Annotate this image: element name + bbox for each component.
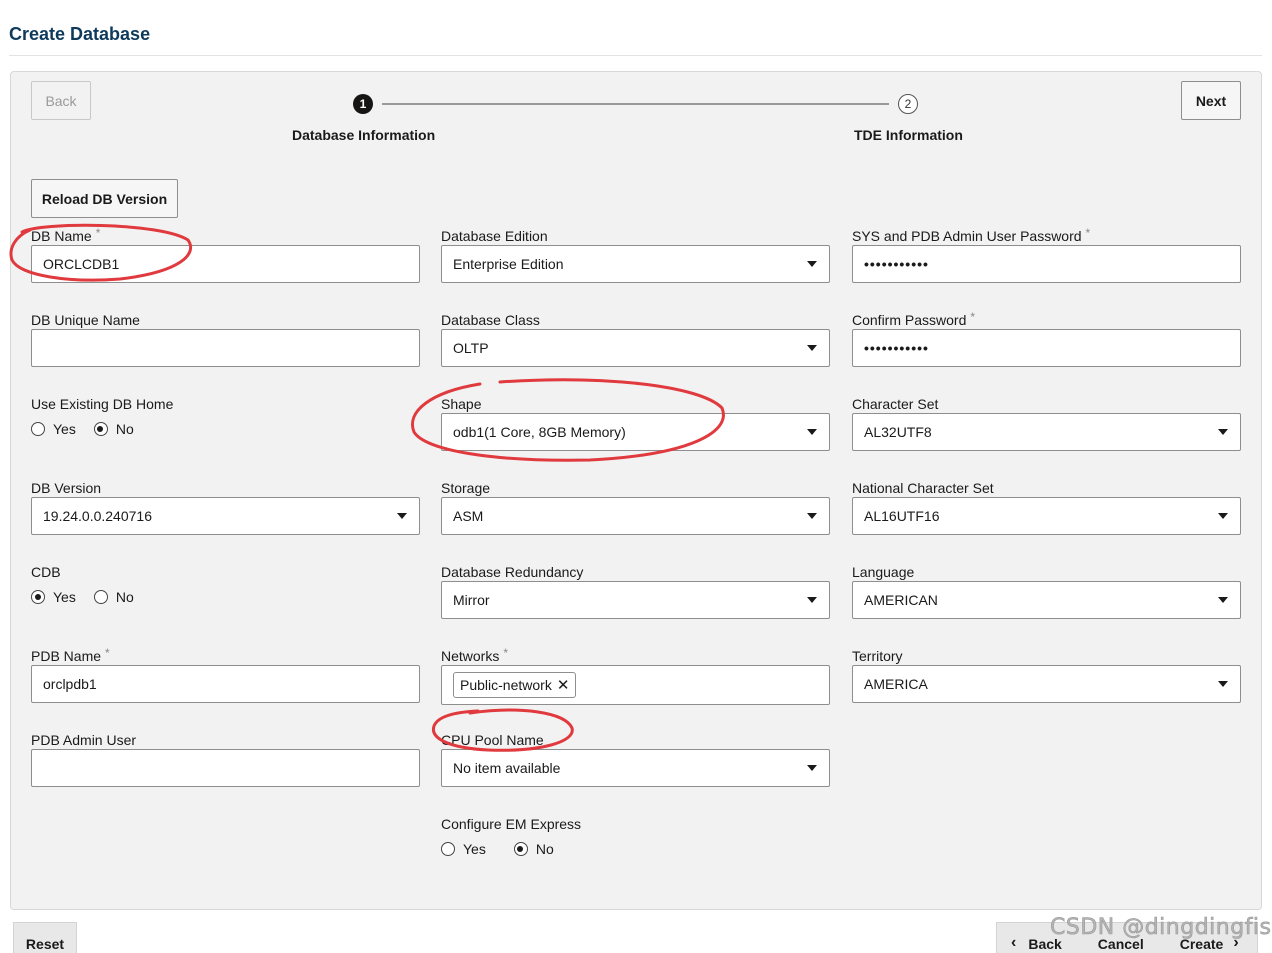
- sys-password-label: SYS and PDB Admin User Password *: [852, 226, 1091, 244]
- em-express-no-radio[interactable]: No: [513, 841, 554, 857]
- pdb-admin-user-label: PDB Admin User: [31, 732, 137, 748]
- character-set-label: Character Set: [852, 396, 939, 412]
- db-unique-name-input[interactable]: [31, 329, 420, 367]
- sys-password-input[interactable]: •••••••••••: [852, 245, 1241, 283]
- step-2-indicator[interactable]: 2: [898, 94, 918, 114]
- em-express-yes-radio[interactable]: Yes: [441, 841, 486, 857]
- chevron-down-icon: [1218, 513, 1228, 519]
- chevron-down-icon: [807, 429, 817, 435]
- character-set-select[interactable]: AL32UTF8: [852, 413, 1241, 451]
- chevron-down-icon: [1218, 429, 1228, 435]
- national-character-set-label: National Character Set: [852, 480, 994, 496]
- chevron-left-icon: ‹: [1011, 934, 1017, 951]
- em-express-radio-group: Yes No: [441, 841, 572, 857]
- language-label: Language: [852, 564, 915, 580]
- cdb-no-radio[interactable]: No: [93, 589, 134, 605]
- territory-label: Territory: [852, 648, 903, 664]
- page-title: Create Database: [9, 24, 151, 44]
- network-chip: Public-network ✕: [453, 672, 577, 698]
- configure-em-express-label: Configure EM Express: [441, 816, 582, 832]
- next-button[interactable]: Next: [1181, 81, 1241, 120]
- required-marker: *: [95, 226, 101, 240]
- required-marker: *: [105, 646, 110, 660]
- step-1-indicator[interactable]: 1: [353, 94, 373, 114]
- database-class-select[interactable]: OLTP: [441, 329, 830, 367]
- territory-select[interactable]: AMERICA: [852, 665, 1241, 703]
- title-divider: [9, 55, 1262, 56]
- networks-label: Networks *: [441, 646, 509, 664]
- chevron-down-icon: [1218, 681, 1228, 687]
- db-version-select[interactable]: 19.24.0.0.240716: [31, 497, 420, 535]
- train-connector: [382, 103, 889, 105]
- db-version-label: DB Version: [31, 480, 102, 496]
- language-select[interactable]: AMERICAN: [852, 581, 1241, 619]
- pdb-admin-user-input[interactable]: [31, 749, 420, 787]
- database-edition-label: Database Edition: [441, 228, 548, 244]
- database-class-label: Database Class: [441, 312, 540, 328]
- cdb-label: CDB: [31, 564, 61, 580]
- database-redundancy-label: Database Redundancy: [441, 564, 584, 580]
- db-unique-name-label: DB Unique Name: [31, 312, 140, 328]
- chevron-down-icon: [807, 513, 817, 519]
- back-button[interactable]: Back: [31, 81, 91, 120]
- database-redundancy-select[interactable]: Mirror: [441, 581, 830, 619]
- networks-input[interactable]: Public-network ✕: [441, 665, 830, 705]
- chevron-down-icon: [807, 765, 817, 771]
- use-existing-db-home-radio-group: Yes No: [31, 421, 152, 437]
- storage-select[interactable]: ASM: [441, 497, 830, 535]
- cpu-pool-name-select[interactable]: No item available: [441, 749, 830, 787]
- chevron-down-icon: [807, 261, 817, 267]
- chevron-down-icon: [1218, 597, 1228, 603]
- use-existing-home-yes-radio[interactable]: Yes: [31, 421, 76, 437]
- use-existing-db-home-label: Use Existing DB Home: [31, 396, 174, 412]
- shape-label: Shape: [441, 396, 482, 412]
- step-2-label: TDE Information: [854, 127, 963, 143]
- confirm-password-label: Confirm Password *: [852, 310, 976, 328]
- reload-db-version-button[interactable]: Reload DB Version: [31, 179, 178, 218]
- required-marker: *: [1085, 226, 1091, 240]
- confirm-password-input[interactable]: •••••••••••: [852, 329, 1241, 367]
- db-name-label: DB Name *: [31, 226, 101, 244]
- database-edition-select[interactable]: Enterprise Edition: [441, 245, 830, 283]
- step-1-label: Database Information: [292, 127, 436, 143]
- db-name-input[interactable]: ORCLCDB1: [31, 245, 420, 283]
- chevron-down-icon: [397, 513, 407, 519]
- reset-button[interactable]: Reset: [13, 922, 77, 953]
- cpu-pool-name-label: CPU Pool Name: [441, 732, 544, 748]
- cdb-yes-radio[interactable]: Yes: [31, 589, 76, 605]
- required-marker: *: [503, 646, 509, 660]
- use-existing-home-no-radio[interactable]: No: [93, 421, 134, 437]
- required-marker: *: [970, 310, 976, 324]
- pdb-name-label: PDB Name *: [31, 646, 110, 664]
- shape-select[interactable]: odb1(1 Core, 8GB Memory): [441, 413, 830, 451]
- chevron-down-icon: [807, 345, 817, 351]
- cdb-radio-group: Yes No: [31, 589, 152, 605]
- watermark: CSDN @dingdingfish: [1050, 915, 1272, 941]
- national-character-set-select[interactable]: AL16UTF16: [852, 497, 1241, 535]
- remove-chip-icon[interactable]: ✕: [557, 676, 570, 694]
- chevron-down-icon: [807, 597, 817, 603]
- storage-label: Storage: [441, 480, 491, 496]
- pdb-name-input[interactable]: orclpdb1: [31, 665, 420, 703]
